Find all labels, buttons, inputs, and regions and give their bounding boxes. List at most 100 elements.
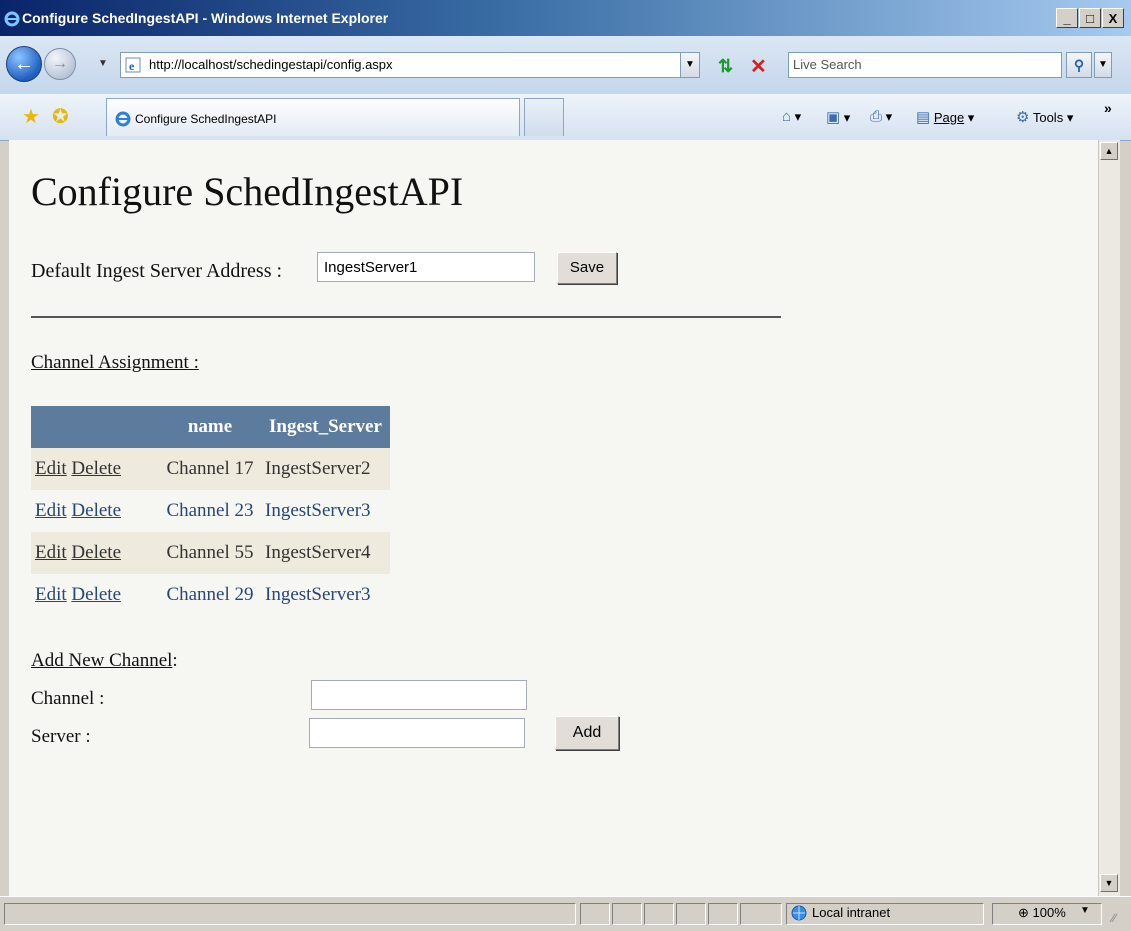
status-bar: Local intranet ⊕ 100% ▼ ∕∕: [0, 896, 1131, 931]
search-input[interactable]: Live Search: [788, 52, 1062, 78]
channel-grid: name Ingest_Server Edit Delete Channel 1…: [31, 406, 390, 616]
grid-header-name: name: [159, 406, 261, 448]
add-button[interactable]: Add: [555, 716, 619, 750]
row-actions: Edit Delete: [31, 490, 159, 532]
url-dropdown-button[interactable]: ▼: [680, 52, 700, 78]
tab-label: Configure SchedIngestAPI: [135, 112, 277, 126]
table-row: Edit Delete Channel 29 IngestServer3: [31, 574, 390, 616]
tools-menu-label: Tools: [1032, 110, 1064, 125]
server-input[interactable]: [309, 718, 525, 748]
resize-grip-icon[interactable]: ∕∕: [1112, 911, 1116, 925]
status-cell: [740, 903, 782, 925]
cell-ingest-server: IngestServer3: [265, 584, 371, 605]
vertical-scrollbar[interactable]: ▲ ▼: [1098, 140, 1120, 896]
ingest-server-input[interactable]: [317, 252, 535, 282]
table-row: Edit Delete Channel 23 IngestServer3: [31, 490, 390, 532]
edit-link[interactable]: Edit: [35, 542, 67, 563]
table-row: Edit Delete Channel 17 IngestServer2: [31, 448, 390, 490]
feeds-button[interactable]: ▣ ▾: [826, 108, 850, 126]
url-text[interactable]: http://localhost/schedingestapi/config.a…: [149, 57, 393, 72]
status-cell: [708, 903, 738, 925]
url-field[interactable]: e http://localhost/schedingestapi/config…: [120, 52, 700, 78]
save-button[interactable]: Save: [557, 252, 617, 284]
server-label: Server :: [31, 726, 91, 747]
status-cell: [580, 903, 610, 925]
add-favorites-icon[interactable]: ✪: [52, 104, 69, 129]
home-icon: ⌂: [782, 108, 792, 125]
toolbar-overflow-icon[interactable]: »: [1104, 100, 1112, 116]
ie-page-icon: [115, 111, 131, 127]
status-cell: [644, 903, 674, 925]
channel-assignment-label: Channel Assignment: [31, 352, 189, 373]
row-actions: Edit Delete: [31, 448, 159, 490]
cell-name: Channel 55: [159, 532, 261, 574]
back-button[interactable]: ←: [6, 46, 42, 82]
minimize-button[interactable]: _: [1056, 8, 1078, 28]
grid-header-row: name Ingest_Server: [31, 406, 390, 448]
new-tab-button[interactable]: [524, 98, 564, 136]
command-bar: ★ ✪ Configure SchedIngestAPI ⌂ ▾ ▣ ▾ ⎙ ▾…: [0, 94, 1131, 141]
ie-page-icon: e: [125, 57, 141, 73]
favorites-center-icon[interactable]: ★: [22, 104, 40, 129]
delete-link[interactable]: Delete: [71, 500, 121, 521]
channel-assignment-colon: :: [193, 352, 199, 373]
back-arrow-icon: ←: [14, 52, 34, 75]
window-title: Configure SchedIngestAPI - Windows Inter…: [22, 10, 389, 26]
forward-arrow-icon: →: [52, 55, 68, 72]
address-bar: ← → ▼ e http://localhost/schedingestapi/…: [0, 36, 1131, 95]
channel-input[interactable]: [311, 680, 527, 710]
zoom-value: 100%: [1032, 905, 1066, 920]
row-actions: Edit Delete: [31, 532, 159, 574]
status-cell: [612, 903, 642, 925]
add-new-channel-heading: Add New Channel:: [31, 650, 178, 672]
cell-name: Channel 23: [166, 500, 254, 521]
page-icon: ▤: [916, 109, 931, 126]
page-title: Configure SchedIngestAPI: [31, 169, 464, 214]
tab-configure[interactable]: Configure SchedIngestAPI: [106, 98, 520, 136]
grid-header-actions: [31, 406, 159, 448]
print-button[interactable]: ⎙ ▾: [870, 108, 892, 125]
delete-link[interactable]: Delete: [71, 458, 121, 479]
channel-label: Channel :: [31, 688, 105, 709]
zoom-dropdown-icon[interactable]: ▼: [1080, 905, 1090, 916]
title-bar: Configure SchedIngestAPI - Windows Inter…: [0, 0, 1131, 36]
delete-link[interactable]: Delete: [71, 584, 121, 605]
search-options-dropdown[interactable]: ▼: [1094, 52, 1112, 78]
globe-icon: [791, 905, 807, 921]
page-menu-label: Page: [933, 110, 965, 125]
gear-icon: ⚙: [1016, 109, 1030, 126]
status-text-cell: [4, 903, 576, 925]
close-button[interactable]: X: [1102, 8, 1124, 28]
svg-text:e: e: [129, 59, 135, 73]
search-icon[interactable]: ⚲: [1066, 52, 1092, 78]
scroll-up-icon[interactable]: ▲: [1100, 142, 1118, 160]
page-menu[interactable]: ▤ Page ▾: [916, 108, 974, 126]
delete-link[interactable]: Delete: [71, 542, 121, 563]
zoom-icon: ⊕: [1018, 905, 1029, 920]
print-icon: ⎙: [870, 108, 883, 125]
ingest-server-label: Default Ingest Server Address :: [31, 260, 283, 282]
cell-name: Channel 17: [159, 448, 261, 490]
tools-menu[interactable]: ⚙ Tools ▾: [1016, 108, 1073, 126]
refresh-icon[interactable]: ⇅: [718, 56, 733, 77]
table-row: Edit Delete Channel 55 IngestServer4: [31, 532, 390, 574]
grid-header-ingest-server: Ingest_Server: [261, 406, 390, 448]
add-new-channel-colon: :: [172, 650, 178, 671]
stop-icon[interactable]: ✕: [750, 54, 767, 79]
feeds-icon: ▣: [826, 109, 841, 126]
home-button[interactable]: ⌂ ▾: [782, 108, 801, 125]
history-dropdown-icon[interactable]: ▼: [98, 58, 108, 69]
channel-assignment-heading: Channel Assignment :: [31, 352, 199, 374]
cell-ingest-server: IngestServer3: [265, 500, 371, 521]
cell-ingest-server: IngestServer2: [261, 448, 390, 490]
maximize-button[interactable]: □: [1079, 8, 1101, 28]
edit-link[interactable]: Edit: [35, 458, 67, 479]
edit-link[interactable]: Edit: [35, 500, 67, 521]
zone-text: Local intranet: [812, 905, 891, 920]
ie-logo-icon: [4, 11, 20, 27]
zoom-text: ⊕ 100%: [1018, 905, 1066, 921]
forward-button[interactable]: →: [44, 48, 76, 80]
cell-ingest-server: IngestServer4: [261, 532, 390, 574]
scroll-down-icon[interactable]: ▼: [1100, 874, 1118, 892]
edit-link[interactable]: Edit: [35, 584, 67, 605]
